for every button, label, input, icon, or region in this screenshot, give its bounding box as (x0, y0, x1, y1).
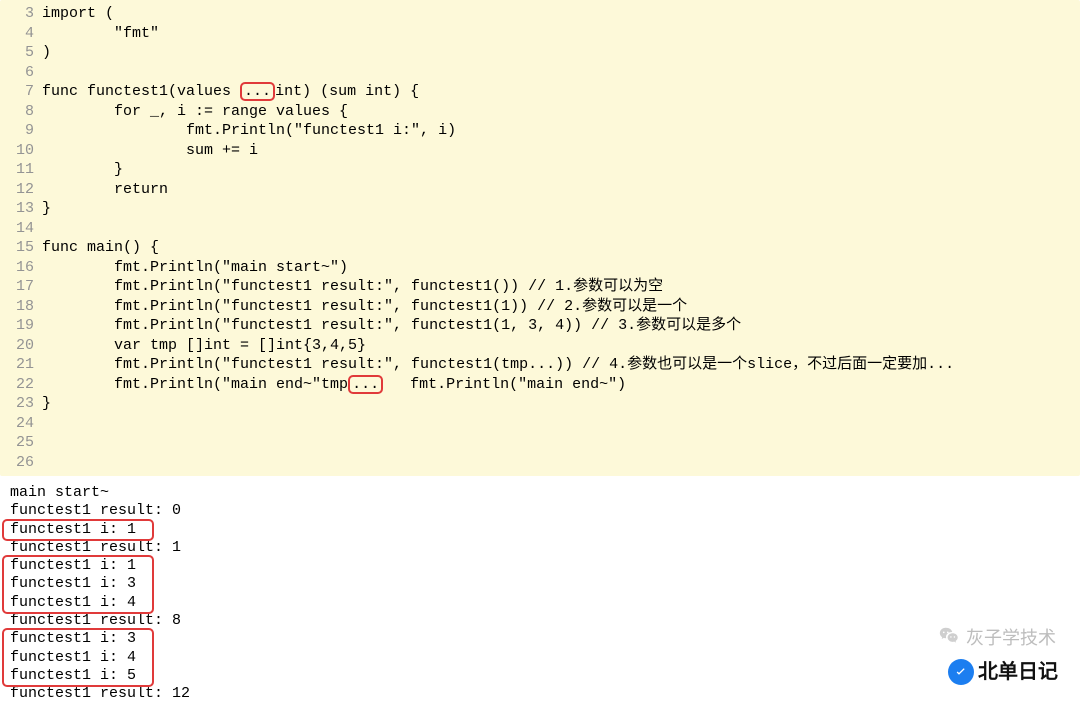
code-line: fmt.Println("functest1 result:", functes… (42, 297, 1080, 317)
code-editor: 3456789101112131415161718192021222324252… (0, 0, 1080, 476)
line-number: 8 (0, 102, 42, 122)
line-number-gutter: 3456789101112131415161718192021222324252… (0, 4, 42, 472)
code-line (42, 453, 1080, 473)
code-body: import ( "fmt") func functest1(values ...… (42, 4, 1080, 472)
watermark-author-text: 灰子学技术 (966, 627, 1056, 650)
code-line (42, 433, 1080, 453)
output-line: functest1 i: 4 (10, 649, 1070, 667)
code-line: fmt.Println("functest1 result:", functes… (42, 316, 1080, 336)
line-number: 11 (0, 160, 42, 180)
code-line (42, 63, 1080, 83)
code-line: func functest1(values ...int) (sum int) … (42, 82, 1080, 102)
code-line: func main() { (42, 238, 1080, 258)
line-number: 10 (0, 141, 42, 161)
line-number: 16 (0, 258, 42, 278)
line-number: 6 (0, 63, 42, 83)
code-line: fmt.Println("main end~"tmp... fmt.Printl… (42, 375, 1080, 395)
code-line: } (42, 199, 1080, 219)
output-line: functest1 result: 1 (10, 539, 1070, 557)
line-number: 3 (0, 4, 42, 24)
terminal-output: main start~functest1 result: 0functest1 … (0, 476, 1080, 701)
code-line (42, 219, 1080, 239)
output-line: functest1 i: 4 (10, 594, 1070, 612)
code-line: fmt.Println("functest1 result:", functes… (42, 355, 1080, 375)
code-line: fmt.Println("functest1 result:", functes… (42, 277, 1080, 297)
output-line: functest1 result: 12 (10, 685, 1070, 701)
code-line: "fmt" (42, 24, 1080, 44)
output-highlight-box (2, 555, 154, 614)
line-number: 24 (0, 414, 42, 434)
line-number: 14 (0, 219, 42, 239)
output-line: functest1 i: 3 (10, 575, 1070, 593)
code-line: fmt.Println("functest1 i:", i) (42, 121, 1080, 141)
watermark-brand-text: 北单日记 (978, 659, 1058, 685)
code-line: } (42, 394, 1080, 414)
output-highlight-box (2, 519, 154, 541)
output-line: functest1 i: 1 (10, 521, 1070, 539)
highlight-box: ... (348, 375, 383, 394)
wechat-icon (938, 625, 960, 653)
code-line: return (42, 180, 1080, 200)
line-number: 7 (0, 82, 42, 102)
code-line: sum += i (42, 141, 1080, 161)
output-line: functest1 i: 3 (10, 630, 1070, 648)
line-number: 18 (0, 297, 42, 317)
code-line: for _, i := range values { (42, 102, 1080, 122)
line-number: 9 (0, 121, 42, 141)
code-line: var tmp []int = []int{3,4,5} (42, 336, 1080, 356)
line-number: 26 (0, 453, 42, 473)
watermark-author: 灰子学技术 (938, 625, 1056, 653)
output-line: functest1 result: 0 (10, 502, 1070, 520)
output-line: functest1 i: 5 (10, 667, 1070, 685)
line-number: 15 (0, 238, 42, 258)
code-line (42, 414, 1080, 434)
code-line: } (42, 160, 1080, 180)
line-number: 4 (0, 24, 42, 44)
watermark-brand: 北单日记 (948, 659, 1058, 685)
highlight-box: ... (240, 82, 275, 101)
check-circle-icon (948, 659, 974, 685)
output-highlight-box (2, 628, 154, 687)
line-number: 20 (0, 336, 42, 356)
line-number: 12 (0, 180, 42, 200)
line-number: 23 (0, 394, 42, 414)
output-line: main start~ (10, 484, 1070, 502)
line-number: 13 (0, 199, 42, 219)
line-number: 19 (0, 316, 42, 336)
line-number: 21 (0, 355, 42, 375)
code-line: fmt.Println("main start~") (42, 258, 1080, 278)
line-number: 17 (0, 277, 42, 297)
line-number: 5 (0, 43, 42, 63)
line-number: 22 (0, 375, 42, 395)
line-number: 25 (0, 433, 42, 453)
output-line: functest1 i: 1 (10, 557, 1070, 575)
code-line: import ( (42, 4, 1080, 24)
output-line: functest1 result: 8 (10, 612, 1070, 630)
code-line: ) (42, 43, 1080, 63)
